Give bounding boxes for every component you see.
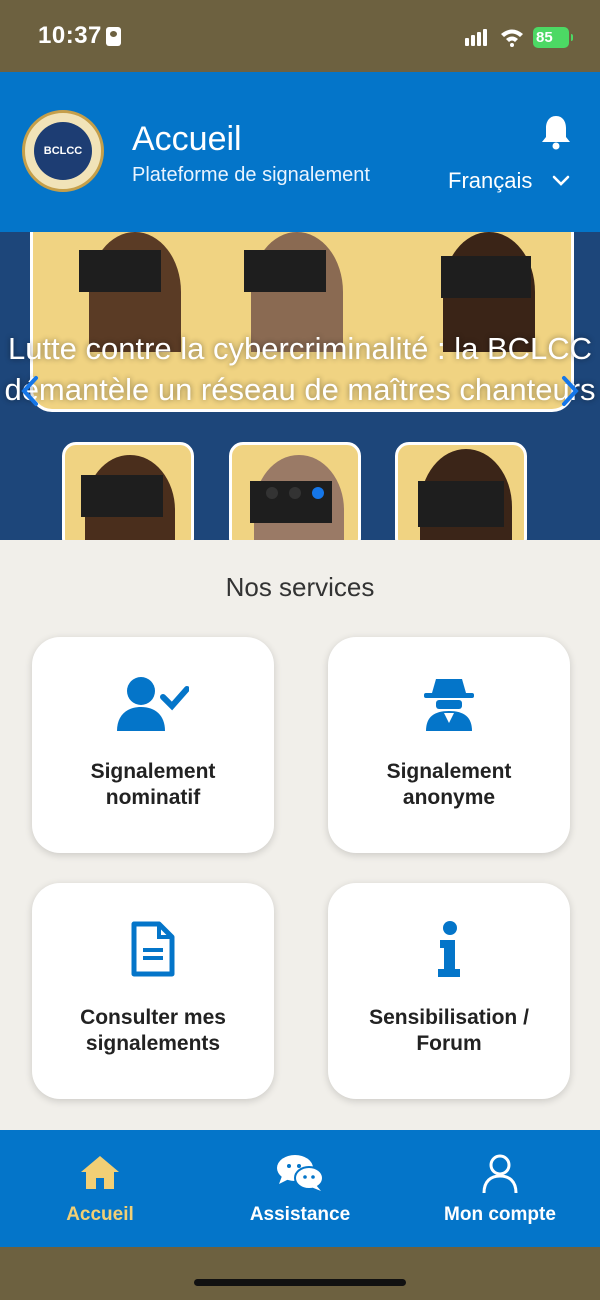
carousel-pagination[interactable] (266, 486, 335, 504)
page-title: Accueil (132, 120, 242, 158)
carousel-photo (395, 442, 527, 540)
bclcc-logo: BCLCC (22, 110, 104, 192)
wifi-icon (501, 29, 523, 47)
nav-item-assistance[interactable]: Assistance (200, 1130, 400, 1247)
info-icon (438, 921, 460, 977)
service-card-label: Signalement anonyme (386, 760, 512, 809)
chevron-left-icon[interactable] (18, 374, 42, 408)
home-icon (81, 1156, 119, 1189)
user-icon (482, 1154, 518, 1194)
carousel-caption: Lutte contre la cybercriminalité : la BC… (4, 331, 596, 407)
nav-label: Accueil (66, 1204, 134, 1225)
nav-item-accueil[interactable]: Accueil (0, 1130, 200, 1247)
service-card-label: Consulter mes signalements (80, 1006, 226, 1055)
logo-text: BCLCC (34, 122, 92, 180)
services-title: Nos services (225, 572, 375, 602)
status-time: 10:37 (38, 22, 102, 49)
service-card-anonyme[interactable]: Signalement anonyme (328, 637, 570, 853)
battery-indicator: 85 (533, 27, 573, 48)
bottom-navigation: Accueil Assistance Mon compte (0, 1130, 600, 1247)
carousel-dot[interactable] (289, 487, 301, 499)
nav-label: Mon compte (444, 1204, 556, 1225)
service-card-nominatif[interactable]: Signalement nominatif (32, 637, 274, 853)
notification-bell-icon[interactable] (540, 114, 572, 150)
services-section: Nos services Signalement nominatif Signa… (0, 540, 600, 1130)
status-bar: 10:37 85 (0, 0, 600, 72)
user-check-icon (117, 677, 189, 731)
carousel-dot-active[interactable] (312, 487, 324, 499)
page-subtitle: Plateforme de signalement (132, 164, 370, 186)
chevron-down-icon[interactable] (552, 174, 570, 188)
chat-icon (277, 1155, 324, 1191)
home-indicator-area (0, 1247, 600, 1300)
cellular-signal-icon (465, 28, 489, 46)
nav-item-mon-compte[interactable]: Mon compte (400, 1130, 600, 1247)
home-indicator[interactable] (194, 1279, 406, 1286)
carousel-photo (62, 442, 194, 540)
incognito-spy-icon (424, 679, 474, 731)
document-icon (131, 921, 175, 977)
nav-label: Assistance (249, 1204, 351, 1225)
news-carousel[interactable]: Lutte contre la cybercriminalité : la BC… (0, 232, 600, 540)
carousel-dot[interactable] (266, 487, 278, 499)
id-card-icon (106, 27, 121, 46)
service-card-label: Signalement nominatif (90, 760, 216, 809)
language-selector[interactable]: Français (448, 168, 532, 194)
service-card-label: Sensibilisation / Forum (369, 1006, 529, 1055)
chevron-right-icon[interactable] (558, 374, 582, 408)
app-header: BCLCC Accueil Plateforme de signalement … (0, 72, 600, 232)
service-card-sensibilisation[interactable]: Sensibilisation / Forum (328, 883, 570, 1099)
service-card-consulter[interactable]: Consulter mes signalements (32, 883, 274, 1099)
